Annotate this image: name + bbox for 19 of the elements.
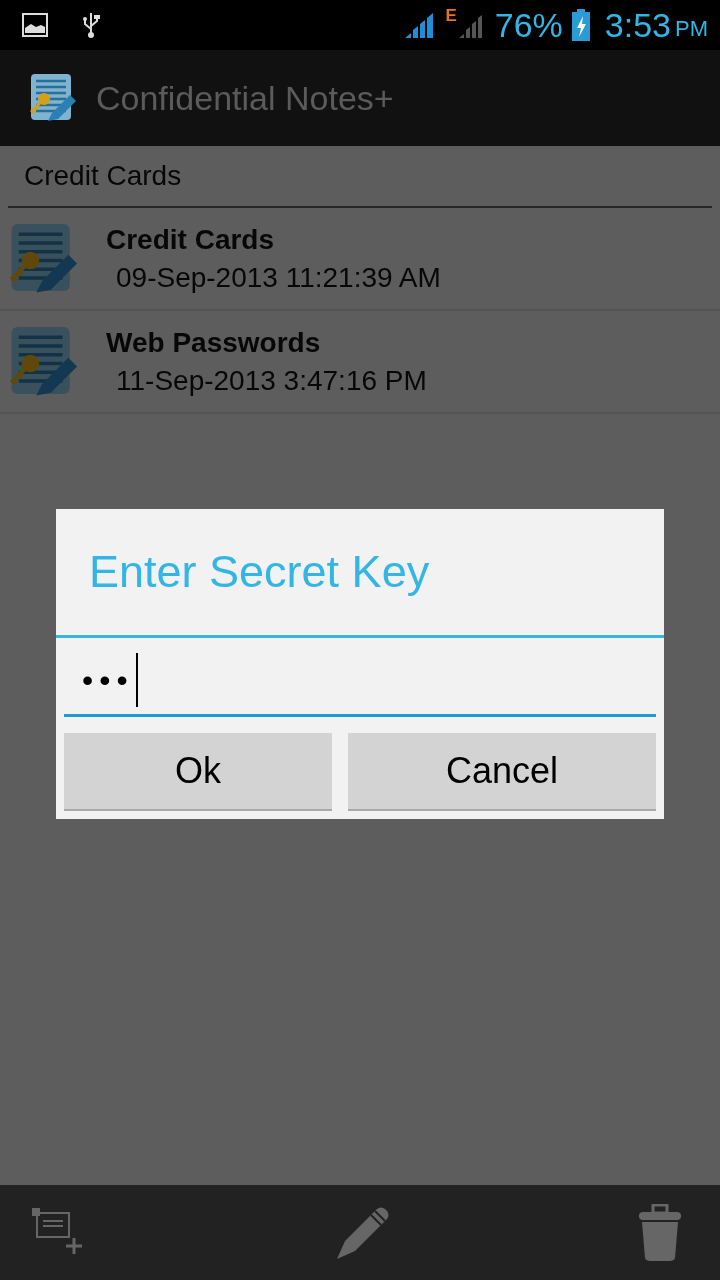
trash-icon[interactable]	[638, 1203, 682, 1262]
note-date: 11-Sep-2013 3:47:16 PM	[115, 364, 427, 397]
dialog-button[interactable]: Cancel	[347, 733, 656, 811]
battery-percent: 76%	[494, 5, 563, 45]
app-icon	[30, 73, 78, 123]
clock-time: 3:53	[604, 5, 671, 45]
note-title: Web Passwords	[106, 326, 322, 359]
app-title: Confidential Notes+	[96, 78, 394, 118]
clock-ampm: PM	[675, 16, 708, 42]
image-icon	[22, 13, 48, 37]
battery-charging-icon	[570, 9, 591, 41]
dialog-title: Enter Secret Key	[56, 509, 664, 638]
dialog-button[interactable]: Ok	[64, 733, 332, 811]
secret-key-field[interactable]: •••	[64, 646, 656, 717]
signal-icon	[458, 12, 483, 38]
usb-icon	[82, 11, 100, 39]
note-date: 09-Sep-2013 11:21:39 AM	[115, 261, 441, 294]
network-type-label: E	[445, 6, 457, 26]
note-title: Credit Cards	[106, 223, 276, 256]
